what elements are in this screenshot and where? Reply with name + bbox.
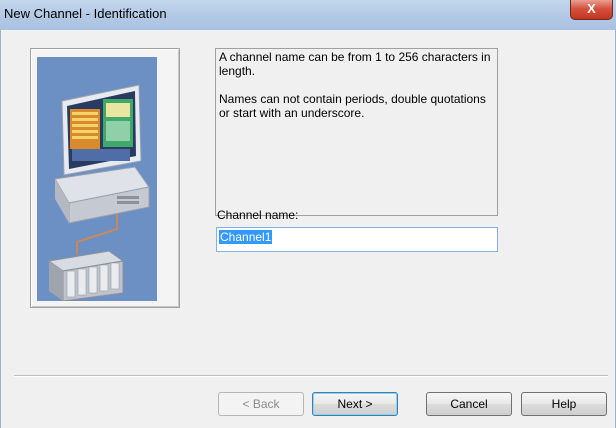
info-text-box: A channel name can be from 1 to 256 char…	[215, 48, 498, 216]
dialog-client-area: A channel name can be from 1 to 256 char…	[0, 30, 616, 428]
next-button[interactable]: Next >	[312, 392, 398, 416]
title-bar: New Channel - Identification X	[0, 0, 616, 30]
help-button[interactable]: Help	[521, 392, 607, 416]
channel-name-value: Channel1	[219, 230, 273, 244]
window-title: New Channel - Identification	[4, 6, 167, 21]
close-button[interactable]: X	[570, 0, 613, 20]
button-separator	[14, 375, 608, 377]
channel-name-label: Channel name:	[217, 208, 299, 222]
cancel-button[interactable]: Cancel	[426, 392, 512, 416]
info-paragraph-restrictions: Names can not contain periods, double qu…	[219, 92, 486, 120]
computer-network-plc-illustration-icon	[37, 57, 157, 301]
info-paragraph-length: A channel name can be from 1 to 256 char…	[219, 50, 491, 78]
back-button[interactable]: < Back	[218, 392, 304, 416]
channel-name-input[interactable]: Channel1	[216, 227, 498, 252]
wizard-illustration-panel	[30, 48, 180, 308]
close-icon: X	[587, 1, 596, 16]
